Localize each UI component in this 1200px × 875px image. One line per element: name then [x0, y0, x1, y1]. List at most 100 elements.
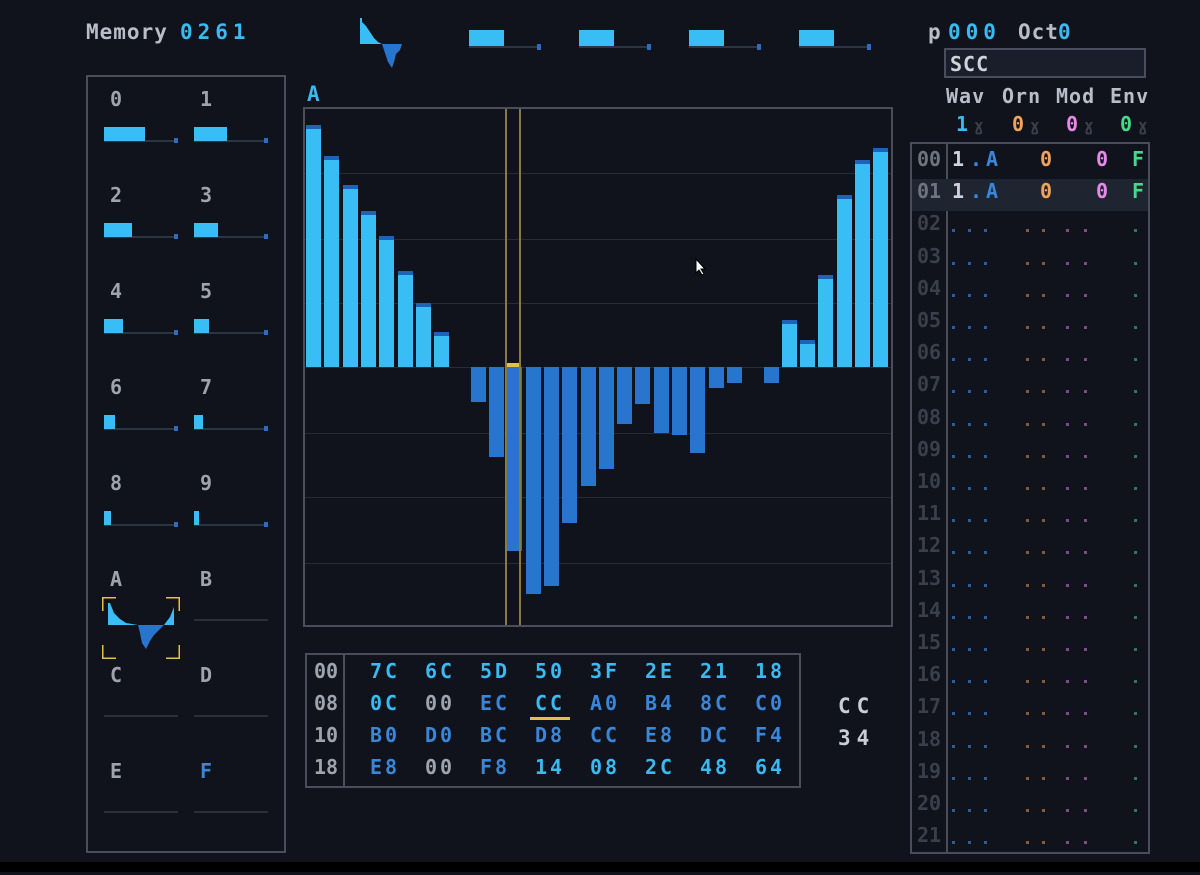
top-wave-slot-3[interactable] [799, 30, 871, 50]
slot-label-a[interactable]: A [110, 567, 122, 591]
wave-cursor[interactable] [505, 109, 521, 625]
pattern-row[interactable]: 12 [912, 533, 1148, 565]
hex-cell[interactable]: 64 [750, 755, 790, 779]
cell-mod[interactable]: 0 [1096, 147, 1108, 171]
pattern-row[interactable]: 16 [912, 662, 1148, 694]
slot-label-3[interactable]: 3 [200, 183, 212, 207]
slot-label-1[interactable]: 1 [200, 87, 212, 111]
pattern-row[interactable]: 15 [912, 630, 1148, 662]
slot-wave-7[interactable] [194, 413, 268, 431]
hex-cell[interactable]: 18 [750, 659, 790, 683]
column-value-orn[interactable]: 0ɣ [1012, 112, 1040, 136]
hex-cell[interactable]: CC [585, 723, 625, 747]
pattern-row[interactable]: 04 [912, 276, 1148, 308]
hex-cell[interactable]: D8 [530, 723, 570, 747]
pattern-row[interactable]: 13 [912, 566, 1148, 598]
pattern-row[interactable]: 05 [912, 308, 1148, 340]
column-dropdown-icon[interactable]: ɣ [1138, 116, 1148, 135]
slot-label-5[interactable]: 5 [200, 279, 212, 303]
slot-label-7[interactable]: 7 [200, 375, 212, 399]
pattern-row[interactable]: 10 [912, 469, 1148, 501]
cell-wave[interactable]: 1 [952, 147, 964, 171]
hex-cell[interactable]: C0 [750, 691, 790, 715]
slot-label-8[interactable]: 8 [110, 471, 122, 495]
top-wave-slot-0[interactable] [469, 30, 541, 50]
slot-wave-6[interactable] [104, 413, 178, 431]
slot-wave-1[interactable] [194, 125, 268, 143]
hex-cell[interactable]: BC [475, 723, 515, 747]
cell-mod[interactable]: 0 [1096, 179, 1108, 203]
pattern-row[interactable]: 03 [912, 244, 1148, 276]
top-wave-slot-2[interactable] [689, 30, 761, 50]
hex-cell[interactable]: 00 [420, 691, 460, 715]
slot-label-6[interactable]: 6 [110, 375, 122, 399]
column-value-env[interactable]: 0ɣ [1120, 112, 1148, 136]
cell-env[interactable]: F [1132, 147, 1144, 171]
top-wave-slot-1[interactable] [579, 30, 651, 50]
hex-cell[interactable]: 2E [640, 659, 680, 683]
slot-label-c[interactable]: C [110, 663, 122, 687]
slot-label-2[interactable]: 2 [110, 183, 122, 207]
hex-cell[interactable]: 5D [475, 659, 515, 683]
column-value-wav[interactable]: 1ɣ [956, 112, 984, 136]
hex-cell[interactable]: 21 [695, 659, 735, 683]
hex-cell[interactable]: DC [695, 723, 735, 747]
hex-cell[interactable]: F8 [475, 755, 515, 779]
slot-label-9[interactable]: 9 [200, 471, 212, 495]
hex-cell[interactable]: EC [475, 691, 515, 715]
pattern-row[interactable]: 01 1. A 0 0 F [912, 179, 1148, 212]
hex-cell[interactable]: A0 [585, 691, 625, 715]
pattern-number[interactable]: 000 [948, 20, 1001, 44]
hex-cell[interactable]: B4 [640, 691, 680, 715]
hex-cell[interactable]: 00 [420, 755, 460, 779]
octave-value[interactable]: 0 [1058, 20, 1076, 44]
slot-label-4[interactable]: 4 [110, 279, 122, 303]
slot-label-f[interactable]: F [200, 759, 212, 783]
hex-cell[interactable]: 0C [365, 691, 405, 715]
hex-cell[interactable]: 3F [585, 659, 625, 683]
pattern-row[interactable]: 02 [912, 211, 1148, 243]
hex-cell[interactable]: 7C [365, 659, 405, 683]
column-dropdown-icon[interactable]: ɣ [974, 116, 984, 135]
hex-cell[interactable]: 08 [585, 755, 625, 779]
pattern-row[interactable]: 06 [912, 340, 1148, 372]
cell-note[interactable]: A [986, 147, 998, 171]
hex-cell[interactable]: 6C [420, 659, 460, 683]
slot-label-0[interactable]: 0 [110, 87, 122, 111]
instrument-name-field[interactable]: SCC [944, 48, 1146, 78]
cell-wave[interactable]: 1 [952, 179, 964, 203]
pattern-row[interactable]: 18 [912, 727, 1148, 759]
hex-cell[interactable]: E8 [640, 723, 680, 747]
slot-wave-3[interactable] [194, 221, 268, 239]
hex-cell[interactable]: D0 [420, 723, 460, 747]
pattern-row[interactable]: 20 [912, 791, 1148, 823]
hex-cell[interactable]: B0 [365, 723, 405, 747]
hex-cell[interactable]: 2C [640, 755, 680, 779]
hex-cell[interactable]: 14 [530, 755, 570, 779]
pattern-row[interactable]: 07 [912, 372, 1148, 404]
hex-cell[interactable]: 8C [695, 691, 735, 715]
hex-cell[interactable]: F4 [750, 723, 790, 747]
slot-label-d[interactable]: D [200, 663, 212, 687]
column-dropdown-icon[interactable]: ɣ [1084, 116, 1094, 135]
slot-label-b[interactable]: B [200, 567, 212, 591]
hex-cell[interactable]: 50 [530, 659, 570, 683]
pattern-row[interactable]: 11 [912, 501, 1148, 533]
hex-cell[interactable]: CC [530, 691, 570, 720]
slot-wave-4[interactable] [104, 317, 178, 335]
cell-orn[interactable]: 0 [1040, 179, 1052, 203]
hex-cell[interactable]: E8 [365, 755, 405, 779]
wave-editor-graph[interactable] [303, 107, 893, 627]
pattern-row[interactable]: 21 [912, 823, 1148, 853]
slot-wave-8[interactable] [104, 509, 178, 527]
slot-wave-5[interactable] [194, 317, 268, 335]
slot-wave-9[interactable] [194, 509, 268, 527]
cell-orn[interactable]: 0 [1040, 147, 1052, 171]
pattern-row[interactable]: 09 [912, 437, 1148, 469]
hex-cell[interactable]: 48 [695, 755, 735, 779]
pattern-row[interactable]: 14 [912, 598, 1148, 630]
pattern-row[interactable]: 19 [912, 759, 1148, 791]
slot-wave-0[interactable] [104, 125, 178, 143]
column-dropdown-icon[interactable]: ɣ [1030, 116, 1040, 135]
column-value-mod[interactable]: 0ɣ [1066, 112, 1094, 136]
